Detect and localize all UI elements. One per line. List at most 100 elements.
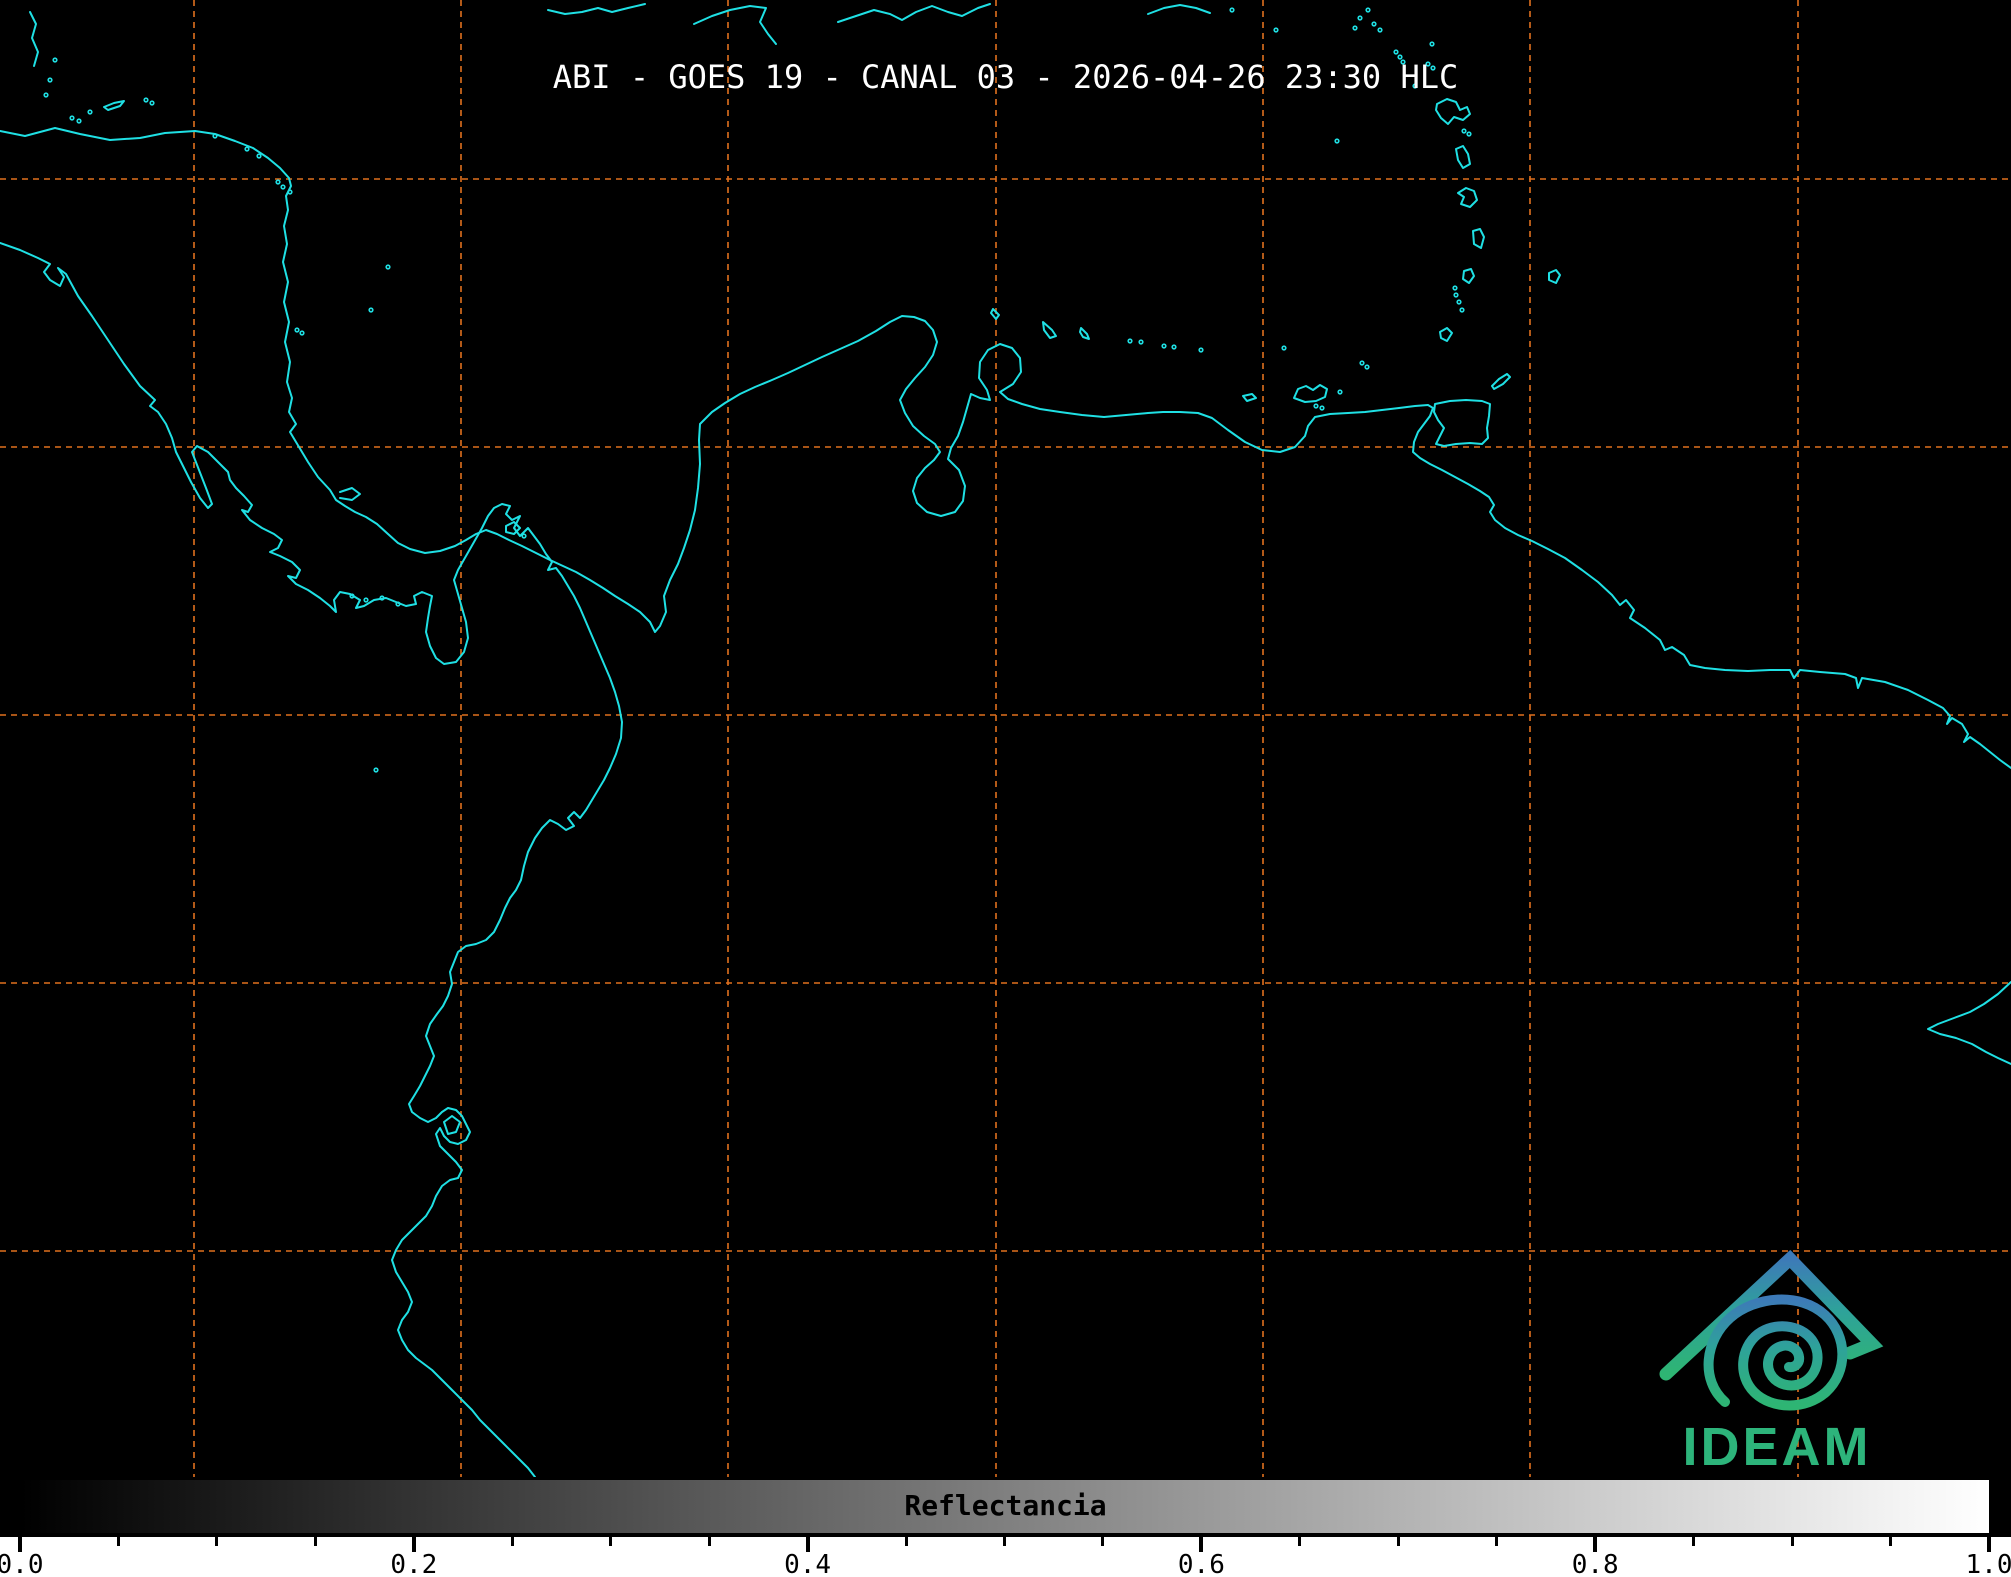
- coastline-martinique: [1458, 188, 1477, 207]
- island-dot: [245, 147, 249, 151]
- island-dot: [88, 110, 92, 114]
- colorbar-minor-tick: [117, 1537, 120, 1546]
- coastline-dominica: [1456, 146, 1470, 168]
- colorbar-minor-tick: [609, 1537, 612, 1546]
- island-dot: [1378, 28, 1382, 32]
- colorbar-minor-tick: [1003, 1537, 1006, 1546]
- colorbar-minor-tick: [1397, 1537, 1400, 1546]
- island-dot: [1454, 293, 1458, 297]
- island-dot: [1162, 344, 1166, 348]
- ideam-logo: IDEAM: [1666, 1259, 1872, 1477]
- colorbar-minor-tick: [1692, 1537, 1695, 1546]
- island-dot: [1199, 348, 1203, 352]
- colorbar-minor-tick: [314, 1537, 317, 1546]
- coastline-bocas-islets: [340, 488, 360, 500]
- island-dot: [288, 190, 292, 194]
- island-dot: [1274, 28, 1278, 32]
- island-dot: [1338, 390, 1342, 394]
- island-dot: [1365, 365, 1369, 369]
- coastline-haiti-tiburon: [694, 6, 776, 44]
- island-dot: [1282, 346, 1286, 350]
- island-dot: [374, 768, 378, 772]
- coastline-grenada: [1440, 328, 1452, 341]
- coastline-amazon-mouth-coast: [1928, 982, 2011, 1064]
- coastline-puna-island: [444, 1116, 460, 1134]
- coastline-st-lucia: [1473, 229, 1484, 248]
- island-dot: [1467, 132, 1471, 136]
- cyclone-spiral-icon: [1709, 1300, 1843, 1406]
- colorbar-minor-tick: [1495, 1537, 1498, 1546]
- colorbar-minor-tick: [215, 1537, 218, 1546]
- colorbar-minor-tick: [1298, 1537, 1301, 1546]
- island-dot: [150, 101, 154, 105]
- island-dot: [1172, 345, 1176, 349]
- coastline-tobago: [1492, 374, 1510, 389]
- coastline-barbados: [1549, 270, 1560, 283]
- island-dot: [1457, 300, 1461, 304]
- colorbar-tick-label: 1.0: [1966, 1550, 2011, 1577]
- coastline-la-tortuga: [1243, 394, 1256, 401]
- island-dot: [1230, 8, 1234, 12]
- island-dot: [1320, 406, 1324, 410]
- island-dot: [1335, 139, 1339, 143]
- coastline-st-vincent: [1463, 269, 1474, 283]
- coastline-puerto-rico-south-coast: [1148, 5, 1210, 14]
- island-dot: [1460, 308, 1464, 312]
- island-dot: [1366, 8, 1370, 12]
- island-dot: [1462, 129, 1466, 133]
- image-title: ABI - GOES 19 - CANAL 03 - 2026-04-26 23…: [0, 58, 2011, 96]
- island-dot: [1139, 340, 1143, 344]
- island-dot: [1314, 404, 1318, 408]
- island-dot: [213, 134, 217, 138]
- coastline-pacific-coast: [0, 243, 622, 1477]
- colorbar-tick-label: 0.8: [1572, 1550, 1619, 1577]
- colorbar-tick-label: 0.6: [1178, 1550, 1225, 1577]
- graticule-grid: [0, 0, 2011, 1477]
- island-dot: [522, 534, 526, 538]
- colorbar-tick-label: 0.0: [0, 1550, 43, 1577]
- island-dot: [281, 185, 285, 189]
- island-dot: [396, 602, 400, 606]
- coastline-curacao: [1043, 322, 1056, 338]
- colorbar-minor-tick: [1889, 1537, 1892, 1546]
- island-dot: [300, 331, 304, 335]
- colorbar-label: Reflectancia: [0, 1489, 2011, 1522]
- island-dot: [1372, 22, 1376, 26]
- island-dot: [1453, 286, 1457, 290]
- island-dot: [386, 265, 390, 269]
- colorbar-minor-tick: [708, 1537, 711, 1546]
- island-dot: [295, 328, 299, 332]
- coastline-aruba: [991, 309, 999, 319]
- colorbar-minor-tick: [905, 1537, 908, 1546]
- coastline-guadeloupe: [1436, 99, 1470, 124]
- island-dot: [257, 154, 261, 158]
- coastline-trinidad: [1434, 400, 1490, 446]
- satellite-image-panel: IDEAM ABI - GOES 19 - CANAL 03 - 2026-04…: [0, 0, 2011, 1577]
- coastline-jamaica-south-coast: [548, 4, 645, 14]
- colorbar-minor-tick: [1101, 1537, 1104, 1546]
- colorbar-minor-tick: [1791, 1537, 1794, 1546]
- colorbar-tick-label: 0.4: [784, 1550, 831, 1577]
- island-dot: [369, 308, 373, 312]
- coastline-dominican-south-coast: [838, 4, 990, 22]
- island-dot: [144, 98, 148, 102]
- island-dot: [276, 180, 280, 184]
- map-canvas: IDEAM: [0, 0, 2011, 1477]
- island-dot: [1430, 42, 1434, 46]
- island-dot: [1353, 26, 1357, 30]
- island-dot: [1128, 339, 1132, 343]
- ideam-logo-text: IDEAM: [1683, 1417, 1872, 1477]
- coastline-caribbean-mainland-coast: [0, 128, 2011, 768]
- island-dot: [364, 598, 368, 602]
- island-dot: [1394, 50, 1398, 54]
- island-dot: [70, 116, 74, 120]
- colorbar-tick-label: 0.2: [390, 1550, 437, 1577]
- island-dot: [1360, 361, 1364, 365]
- coastline-bonaire: [1080, 328, 1089, 339]
- coastline-margarita: [1294, 385, 1327, 402]
- colorbar-minor-tick: [511, 1537, 514, 1546]
- coastlines-layer: [0, 4, 2011, 1477]
- coastline-roatan: [104, 101, 124, 110]
- island-dot: [77, 119, 81, 123]
- island-dot: [1358, 16, 1362, 20]
